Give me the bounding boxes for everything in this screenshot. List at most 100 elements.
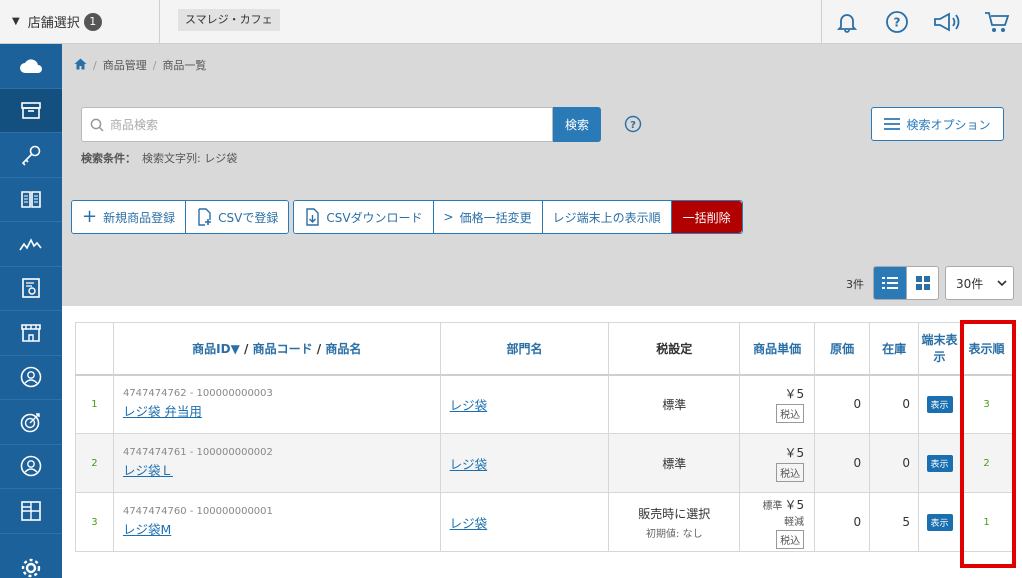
terminal-display-badge: 表示 [926,454,953,472]
key-icon [21,145,41,166]
help-icon[interactable]: ? [872,0,922,43]
csv-download-button[interactable]: CSVダウンロード [294,201,434,233]
search-box [81,107,553,142]
display-order-button[interactable]: レジ端末上の表示順 [542,201,672,233]
stock-cell: 5 [869,492,920,552]
search-input[interactable] [110,117,530,132]
display-order-label: レジ端末上の表示順 [552,210,661,225]
department-cell: レジ袋 [439,492,610,552]
file-add-icon [198,208,212,226]
terminal-cell: 表示 [918,433,961,493]
grid-view-button[interactable] [906,267,938,299]
home-icon[interactable] [74,58,87,73]
chart-icon [19,237,42,251]
cart-icon[interactable] [972,0,1022,43]
csv-register-button[interactable]: CSVで登録 [186,201,289,233]
sidebar-item-key[interactable] [0,133,62,178]
tax-value: 標準 [662,397,687,412]
sidebar-item-user[interactable] [0,445,62,489]
list-icon [882,277,898,289]
product-code: 4747474760 - 100000000001 [122,506,273,517]
tax-value: 販売時に選択 [638,506,711,521]
price-value: ￥5 [784,387,805,402]
order-cell: 3 [960,374,1013,434]
header-code-sort[interactable]: 商品コード [253,342,313,356]
new-product-button[interactable]: + 新規商品登録 [72,201,187,233]
header-index [75,322,114,376]
terminal-cell: 表示 [918,492,961,552]
bulk-delete-button[interactable]: 一括削除 [671,201,742,233]
department-link[interactable]: レジ袋 [450,516,488,531]
table-row: 1 4747474762 - 100000000003 レジ袋 弁当用 レジ袋 … [75,374,1013,434]
sidebar-item-settings[interactable] [0,534,62,578]
gear-icon [21,558,41,577]
sidebar-item-grid[interactable] [0,489,62,534]
header-unit-price[interactable]: 商品単価 [739,322,816,376]
tile-icon [915,276,930,290]
price-cell: ￥5 税込 [739,433,816,493]
sidebar-item-cloud[interactable] [0,44,62,89]
cloud-icon [20,59,42,73]
sidebar-item-book[interactable] [0,178,62,222]
stock-cell: 0 [869,374,920,434]
row-index: 2 [75,433,114,493]
tax-value: 標準 [662,456,687,471]
top-bar: ▼ 店舗選択 1 スマレジ・カフェ ? [0,0,1022,44]
price-bulk-change-button[interactable]: > 価格一括変更 [433,201,543,233]
reduced-rate-label: 軽減 [784,516,805,528]
sidebar-item-products[interactable] [0,88,62,133]
sidebar-item-analytics[interactable] [0,222,62,267]
terminal-display-badge: 表示 [926,513,953,531]
header-product[interactable]: 商品ID▼ / 商品コード / 商品名 [112,322,441,376]
sidebar-item-report[interactable] [0,267,62,311]
svg-text:?: ? [630,120,636,131]
product-name-link[interactable]: レジ袋 弁当用 [123,404,202,419]
search-help-icon[interactable]: ? [624,115,642,136]
chevron-right-icon: > [443,210,454,224]
store-icon [21,323,41,342]
megaphone-icon[interactable] [922,0,972,43]
header-stock[interactable]: 在庫 [869,322,920,376]
order-cell: 1 [960,492,1013,552]
bell-icon[interactable] [822,0,872,43]
department-link[interactable]: レジ袋 [450,398,488,413]
product-table: 商品ID▼ / 商品コード / 商品名 部門名 税設定 商品単価 原価 在庫 端… [75,322,1013,552]
store-select-label: 店舗選択 [27,16,80,31]
product-name-link[interactable]: レジ袋Ｌ [123,463,173,478]
header-order[interactable]: 表示順 [960,322,1013,376]
stock-cell: 0 [869,433,920,493]
search-condition-value: 検索文字列: レジ袋 [142,152,238,165]
search-button[interactable]: 検索 [553,107,601,142]
header-department[interactable]: 部門名 [439,322,610,376]
list-view-button[interactable] [874,267,906,299]
sidebar [0,44,62,578]
header-cost[interactable]: 原価 [814,322,871,376]
table-row: 2 4747474761 - 100000000002 レジ袋Ｌ レジ袋 標準 … [75,433,1013,493]
price-cell: ￥5 税込 [739,374,816,434]
department-link[interactable]: レジ袋 [450,457,488,472]
sidebar-item-store[interactable] [0,311,62,356]
breadcrumb-product-list: 商品一覧 [162,59,207,72]
product-name-link[interactable]: レジ袋M [123,522,171,537]
store-select-dropdown[interactable]: ▼ 店舗選択 1 [0,0,160,43]
price-bulk-label: 価格一括変更 [459,210,532,225]
search-options-label: 検索オプション [906,117,991,132]
sidebar-item-target[interactable] [0,400,62,445]
product-cell: 4747474761 - 100000000002 レジ袋Ｌ [112,433,441,493]
header-terminal[interactable]: 端末表示 [918,322,961,376]
user-icon [20,455,42,477]
customer-icon [20,366,42,388]
sidebar-item-customer[interactable] [0,356,62,400]
order-cell: 2 [960,433,1013,493]
header-id-sort[interactable]: 商品ID▼ [192,342,240,356]
breadcrumb-product-management[interactable]: 商品管理 [103,57,147,73]
tax-included-tag: 税込 [776,404,805,424]
price-prefix: 標準 [762,500,783,512]
product-code: 4747474761 - 100000000002 [122,447,273,458]
header-name-sort[interactable]: 商品名 [325,342,361,356]
price-cell: 標準 ￥5 軽減 税込 [739,492,816,552]
tax-sub: 初期値: なし [646,528,703,540]
search-options-button[interactable]: 検索オプション [871,107,1004,141]
per-page-select[interactable]: 30件 [945,266,1014,300]
file-download-icon [306,208,320,226]
